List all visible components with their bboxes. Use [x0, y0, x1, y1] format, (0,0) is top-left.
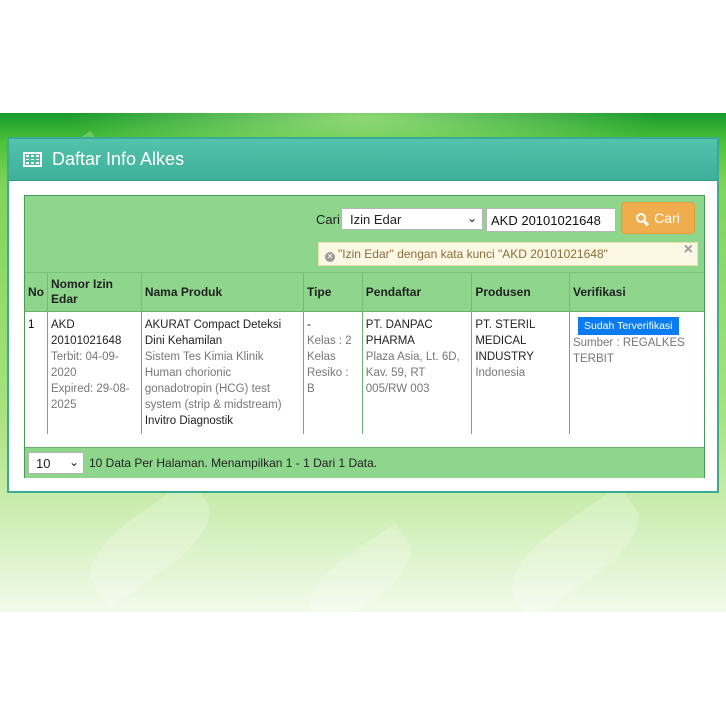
close-icon[interactable]: ×: [684, 241, 693, 259]
col-header-tipe: Tipe: [303, 273, 363, 312]
pagination-footer: 10 ⌄ 10 Data Per Halaman. Menampilkan 1 …: [25, 447, 704, 478]
col-header-nomor: Nomor Izin Edar: [47, 273, 142, 312]
cell-produsen: PT. STERIL MEDICAL INDUSTRY Indonesia: [471, 311, 570, 434]
search-label: Cari: [316, 212, 340, 227]
search-info-text: "Izin Edar" dengan kata kunci "AKD 20101…: [338, 247, 608, 261]
tanggal-terbit: Terbit: 04-09-2020: [51, 351, 119, 379]
search-field-value: Izin Edar: [350, 212, 402, 227]
chevron-down-icon: ⌄: [466, 211, 477, 225]
table-grid-icon: [23, 152, 42, 167]
search-info-alert: ✕ "Izin Edar" dengan kata kunci "AKD 2010…: [318, 241, 698, 266]
cell-tipe: - Kelas : 2 Kelas Resiko : B: [303, 311, 363, 434]
search-field-select[interactable]: Izin Edar ⌄: [341, 208, 483, 230]
alkes-table: No Nomor Izin Edar Nama Produk Tipe Pend…: [25, 273, 704, 434]
chevron-down-icon: ⌄: [68, 455, 79, 469]
per-page-select[interactable]: 10 ⌄: [28, 452, 84, 474]
col-header-produk: Nama Produk: [141, 273, 304, 312]
produk-nama: AKURAT Compact Deteksi Dini Kehamilan: [144, 319, 282, 347]
table-row: 1 AKD 20101021648 Terbit: 04-09-2020 Exp…: [25, 311, 704, 434]
pendaftar-alamat: Plaza Asia, Lt. 6D, Kav. 59, RT 005/RW 0…: [365, 351, 460, 395]
cell-produk: AKURAT Compact Deteksi Dini Kehamilan Si…: [141, 311, 304, 434]
col-header-no: No: [25, 273, 48, 312]
cell-pendaftar: PT. DANPAC PHARMA Plaza Asia, Lt. 6D, Ka…: [362, 311, 473, 434]
col-header-verifikasi: Verifikasi: [569, 273, 704, 312]
search-button[interactable]: Cari: [621, 202, 695, 234]
table-header-row: No Nomor Izin Edar Nama Produk Tipe Pend…: [25, 273, 704, 312]
search-button-label: Cari: [654, 210, 680, 226]
panel-header: Daftar Info Alkes: [9, 139, 717, 181]
panel-title: Daftar Info Alkes: [52, 149, 185, 169]
tipe-kelas: Kelas : 2 Kelas Resiko : B: [306, 335, 352, 395]
cell-no: 1: [25, 311, 48, 434]
per-page-value: 10: [36, 456, 51, 471]
x-circle-icon: ✕: [325, 252, 335, 262]
search-icon: [636, 213, 647, 223]
col-header-produsen: Produsen: [471, 273, 570, 312]
produsen-negara: Indonesia: [475, 367, 526, 379]
produk-kategori: Invitro Diagnostik: [144, 415, 234, 427]
search-input[interactable]: [486, 208, 616, 232]
pagination-summary: 10 Data Per Halaman. Menampilkan 1 - 1 D…: [89, 456, 378, 470]
status-badge: Sudah Terverifikasi: [577, 317, 679, 335]
alkes-panel: Daftar Info Alkes Cari Izin Edar ⌄ Cari …: [7, 137, 719, 493]
results-container: Cari Izin Edar ⌄ Cari ✕"Izin Edar" denga…: [24, 195, 705, 478]
row-number: 1: [28, 319, 35, 331]
search-toolbar: Cari Izin Edar ⌄ Cari ✕"Izin Edar" denga…: [25, 196, 704, 273]
nomor-izin-edar: AKD 20101021648: [51, 319, 122, 347]
produk-deskripsi: Sistem Tes Kimia Klinik Human chorionic …: [144, 351, 282, 411]
col-header-pendaftar: Pendaftar: [362, 273, 473, 312]
cell-verifikasi: Sudah Terverifikasi Sumber : REGALKES TE…: [569, 311, 704, 434]
pendaftar-nama: PT. DANPAC PHARMA: [365, 319, 433, 347]
cell-nomor: AKD 20101021648 Terbit: 04-09-2020 Expir…: [47, 311, 142, 434]
tipe-dash: -: [306, 319, 311, 331]
produsen-nama: PT. STERIL MEDICAL INDUSTRY: [475, 319, 535, 363]
verifikasi-sumber: Sumber : REGALKES TERBIT: [572, 337, 685, 365]
tanggal-expired: Expired: 29-08-2025: [51, 383, 130, 411]
